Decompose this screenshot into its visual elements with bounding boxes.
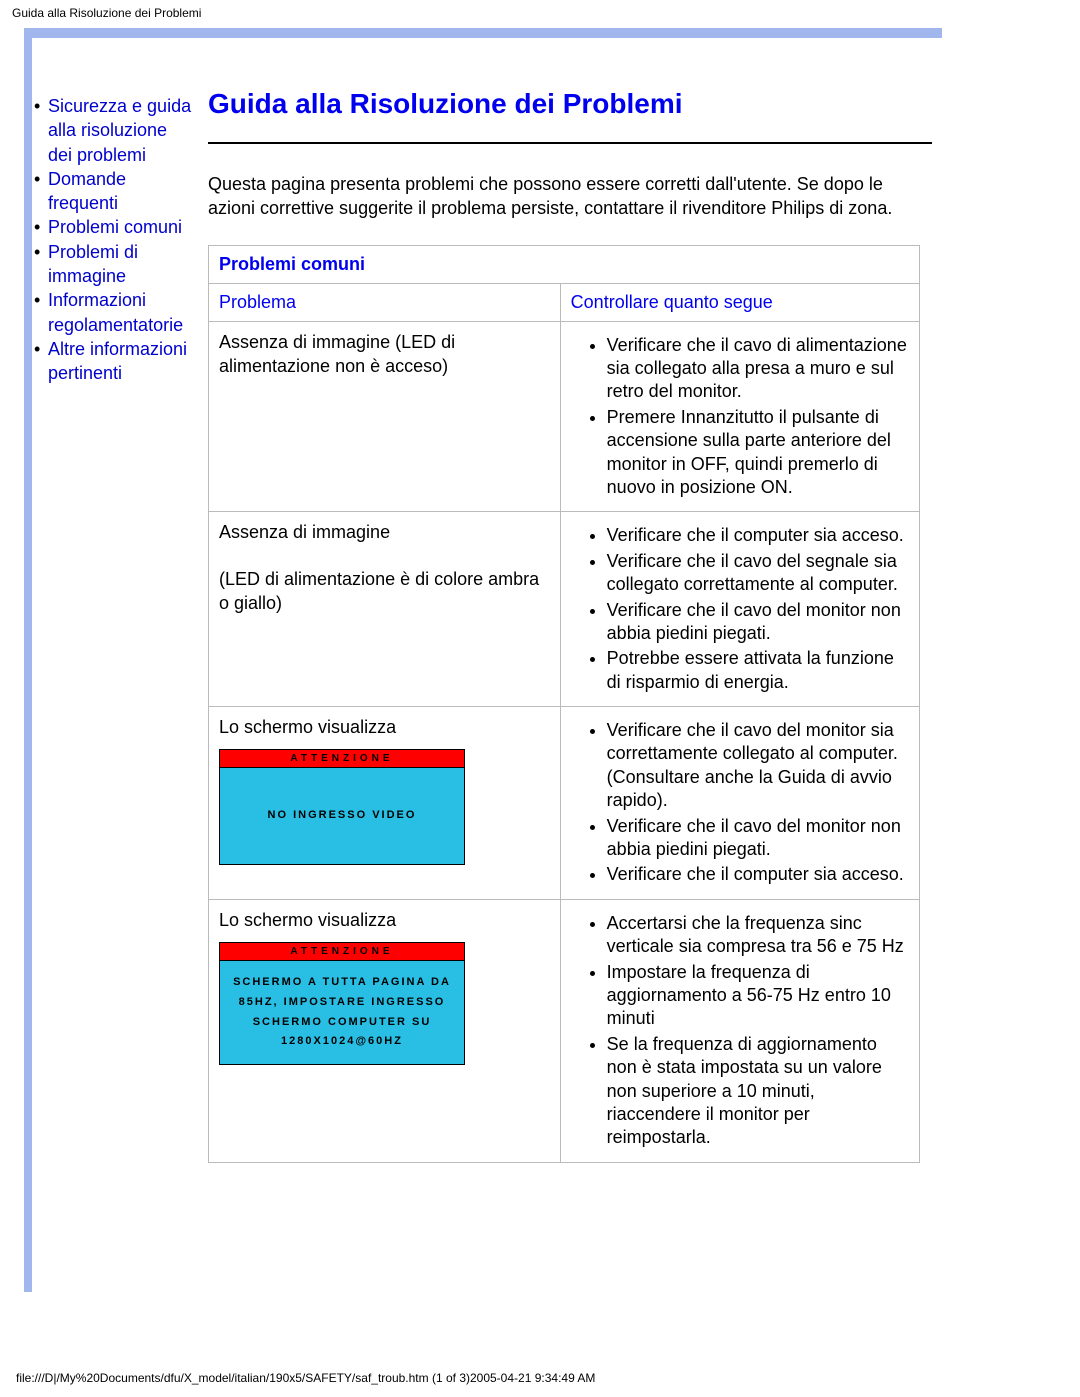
problem-line1: Lo schermo visualizza	[219, 910, 396, 930]
section-heading: Problemi comuni	[209, 245, 920, 283]
check-item: Impostare la frequenza di aggiornamento …	[607, 961, 909, 1031]
check-item: Verificare che il computer sia acceso.	[607, 863, 909, 886]
sidebar-item-image-problems[interactable]: Problemi di immagine	[48, 240, 194, 289]
page-title: Guida alla Risoluzione dei Problemi	[208, 88, 932, 120]
bullet-icon: •	[34, 215, 42, 239]
bullet-icon: •	[34, 167, 42, 191]
check-item: Verificare che il cavo di alimentazione …	[607, 334, 909, 404]
check-item: Se la frequenza di aggiornamento non è s…	[607, 1033, 909, 1150]
check-list: Verificare che il computer sia acceso. V…	[571, 524, 909, 694]
sidebar-item-other-info[interactable]: Altre informazioni pertinenti	[48, 337, 194, 386]
warning-header: ATTENZIONE	[219, 942, 465, 960]
check-item: Verificare che il computer sia acceso.	[607, 524, 909, 547]
problem-line1: Lo schermo visualizza	[219, 717, 396, 737]
sidebar-item-regulatory[interactable]: Informazioni regolamentatorie	[48, 288, 194, 337]
divider	[208, 142, 932, 144]
sidebar-item-safety[interactable]: Sicurezza e guida alla risoluzione dei p…	[48, 94, 194, 167]
table-row: Lo schermo visualizza ATTENZIONE NO INGR…	[209, 707, 920, 900]
warning-body: SCHERMO A TUTTA PAGINA DA 85HZ, IMPOSTAR…	[219, 960, 465, 1065]
check-list: Verificare che il cavo del monitor sia c…	[571, 719, 909, 887]
problem-cell: Assenza di immagine (LED di alimentazion…	[219, 520, 550, 615]
column-header-problem: Problema	[209, 283, 561, 321]
table-row: Assenza di immagine (LED di alimentazion…	[209, 321, 920, 512]
window-header: Guida alla Risoluzione dei Problemi	[0, 0, 1080, 20]
check-item: Verificare che il cavo del segnale sia c…	[607, 550, 909, 597]
table-row: Assenza di immagine (LED di alimentazion…	[209, 512, 920, 707]
sidebar-item-faq[interactable]: Domande frequenti	[48, 167, 194, 216]
check-item: Potrebbe essere attivata la funzione di …	[607, 647, 909, 694]
intro-text: Questa pagina presenta problemi che poss…	[208, 172, 932, 221]
problem-line1: Assenza di immagine	[219, 522, 390, 542]
check-item: Verificare che il cavo del monitor non a…	[607, 815, 909, 862]
bullet-icon: •	[34, 288, 42, 312]
troubleshooting-table: Problemi comuni Problema Controllare qua…	[208, 245, 920, 1163]
warning-header: ATTENZIONE	[219, 749, 465, 767]
problem-cell: Lo schermo visualizza	[219, 908, 550, 932]
bullet-icon: •	[34, 94, 42, 118]
warning-box: ATTENZIONE SCHERMO A TUTTA PAGINA DA 85H…	[219, 942, 465, 1065]
problem-line1: Assenza di immagine (LED di alimentazion…	[219, 332, 455, 376]
check-item: Verificare che il cavo del monitor sia c…	[607, 719, 909, 813]
problem-cell: Lo schermo visualizza	[219, 715, 550, 739]
table-row: Lo schermo visualizza ATTENZIONE SCHERMO…	[209, 899, 920, 1162]
problem-line2: (LED di alimentazione è di colore ambra …	[219, 567, 550, 616]
check-list: Accertarsi che la frequenza sinc vertica…	[571, 912, 909, 1150]
warning-body: NO INGRESSO VIDEO	[219, 767, 465, 865]
main-content: Guida alla Risoluzione dei Problemi Ques…	[198, 38, 952, 1163]
warning-box: ATTENZIONE NO INGRESSO VIDEO	[219, 749, 465, 865]
bullet-icon: •	[34, 240, 42, 264]
problem-cell: Assenza di immagine (LED di alimentazion…	[219, 330, 550, 379]
bullet-icon: •	[34, 337, 42, 361]
sidebar-item-common-problems[interactable]: Problemi comuni	[48, 215, 182, 239]
footer-path: file:///D|/My%20Documents/dfu/X_model/it…	[16, 1371, 595, 1385]
check-item: Verificare che il cavo del monitor non a…	[607, 599, 909, 646]
check-item: Premere Innanzitutto il pulsante di acce…	[607, 406, 909, 500]
column-header-check: Controllare quanto segue	[560, 283, 919, 321]
sidebar: •Sicurezza e guida alla risoluzione dei …	[24, 38, 198, 1163]
check-list: Verificare che il cavo di alimentazione …	[571, 334, 909, 500]
check-item: Accertarsi che la frequenza sinc vertica…	[607, 912, 909, 959]
